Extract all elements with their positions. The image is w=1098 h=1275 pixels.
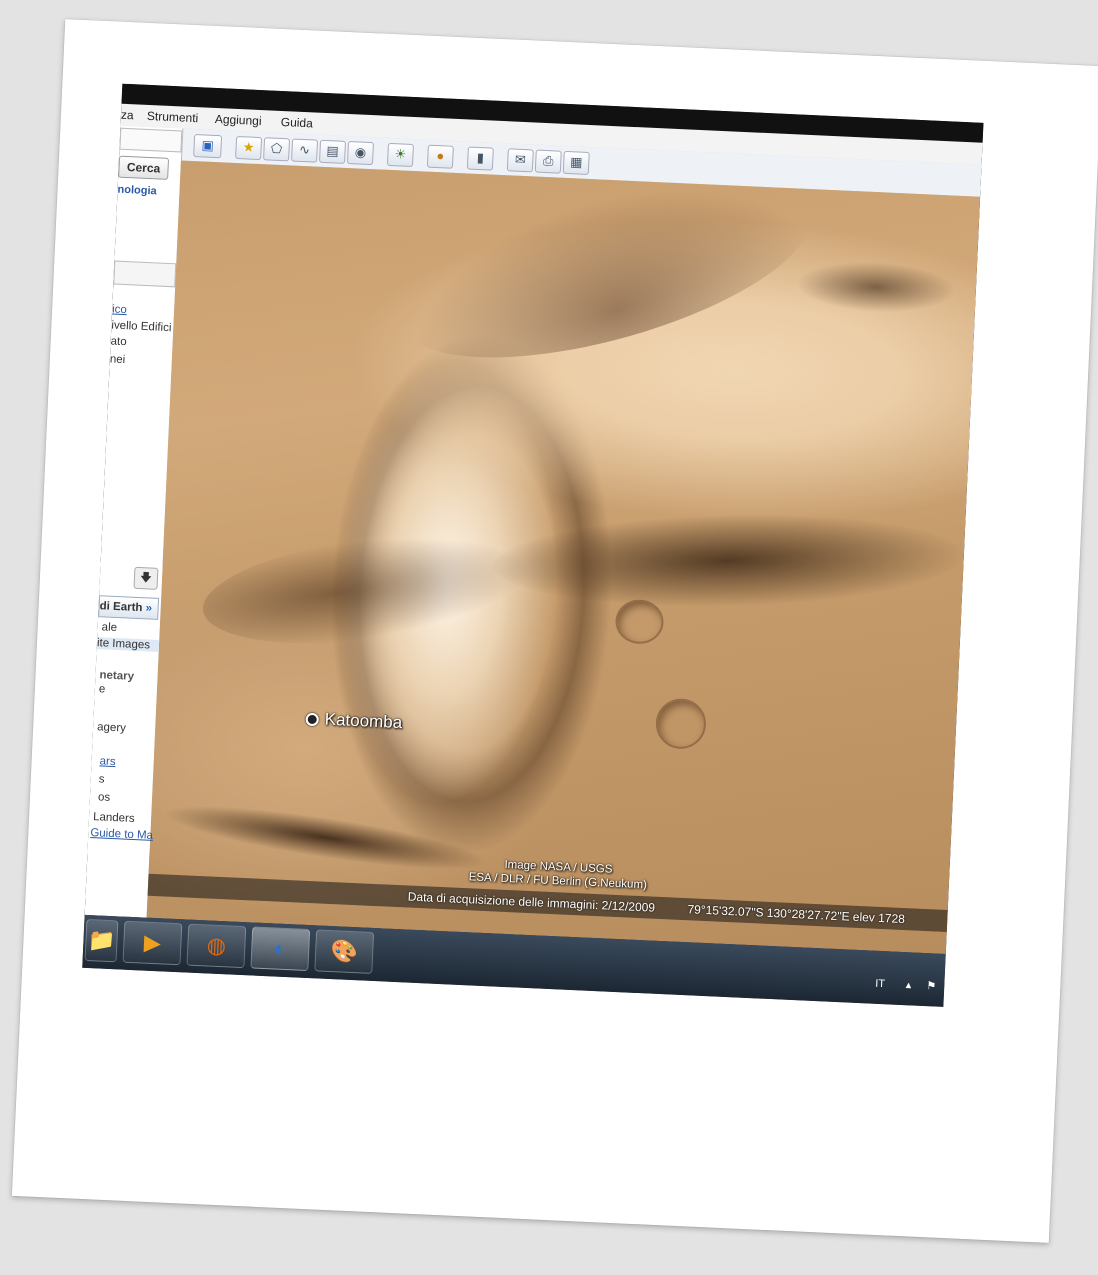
layer-item-4[interactable]: nei [110,353,126,366]
action-center-flag-icon[interactable]: ⚑ [926,980,936,992]
sidebar-layers-panel: 🡇 di Earth » ale ite Images netary e age… [87,561,163,854]
tour-icon[interactable]: ◉ [346,141,374,166]
paint-icon[interactable]: 🎨 [314,929,375,974]
path-icon[interactable]: ∿ [291,138,319,163]
screenshot: za Strumenti Aggiungi Guida ▣ ★ ⬠ ∿ ▤ ◉ … [82,83,984,1007]
earth-gallery-label: di Earth [99,600,143,615]
crater [614,598,665,645]
search-button[interactable]: Cerca [118,155,170,180]
map-view[interactable]: Katoomba Image NASA / USGS ESA / DLR / F… [146,160,981,954]
placemark-icon [305,712,320,726]
layer-item[interactable]: Landers [93,811,135,825]
planet-icon[interactable]: ● [426,144,454,169]
layer-link[interactable]: ars [99,755,116,768]
guide-link[interactable]: Guide to Ma [90,827,153,842]
chevron-right-icon: » [145,602,153,615]
save-image-icon[interactable]: ▦ [562,150,590,175]
menu-help[interactable]: Guida [280,115,313,130]
layer-item[interactable]: agery [97,721,126,734]
layer-item[interactable]: os [98,791,111,804]
layer-item-selected[interactable]: ite Images [96,637,160,652]
layer-item-1[interactable]: ico [112,303,127,316]
placemark-label: Katoomba [324,709,403,733]
overlay-icon[interactable]: ▤ [318,139,347,164]
search-input[interactable] [119,127,183,153]
arrow-down-icon[interactable]: 🡇 [133,566,159,590]
scarp-shadow [492,509,965,612]
layer-item[interactable]: e [99,683,106,695]
polygon-icon[interactable]: ⬠ [263,137,291,162]
photo-frame: za Strumenti Aggiungi Guida ▣ ★ ⬠ ∿ ▤ ◉ … [11,19,1098,1243]
google-earth-icon[interactable]: ◐ [250,926,311,972]
email-icon[interactable]: ✉ [506,148,534,173]
menu-tools[interactable]: Strumenti [147,109,199,125]
menu-view[interactable]: za [121,108,134,123]
language-indicator[interactable]: IT [875,978,885,990]
imagery-credit: Image NASA / USGS ESA / DLR / FU Berlin … [468,856,647,892]
print-icon[interactable]: ⎙ [534,149,562,174]
media-player-icon[interactable]: ▶ [122,920,183,966]
channel-shadow [159,793,492,883]
tray-expand-icon[interactable]: ▴ [906,979,912,991]
crater [654,697,708,750]
ridge-shadow [385,160,828,394]
search-link[interactable]: nologia [117,184,157,198]
layer-item[interactable]: ale [101,621,117,634]
earth-gallery-button[interactable]: di Earth » [98,595,160,620]
layer-item[interactable]: s [99,773,105,785]
firefox-icon[interactable]: ◍ [186,923,247,969]
mesa-shadow [794,258,957,316]
ruler-icon[interactable]: ▮ [466,146,494,171]
layer-group: netary [99,669,135,683]
system-tray: IT ▴ ⚑ [875,977,937,993]
places-header [113,260,177,288]
sunlight-icon[interactable]: ☀ [386,142,414,167]
placemark-icon[interactable]: ★ [235,135,263,161]
placemark-katoomba[interactable]: Katoomba [305,709,403,733]
explorer-icon[interactable]: 📁 [84,918,119,963]
menu-add[interactable]: Aggiungi [215,112,262,128]
ridge-shadow-lower [196,518,537,661]
sidebar-toggle-icon[interactable]: ▣ [193,134,223,159]
layer-item-3[interactable]: ato [110,335,127,348]
layer-item-2[interactable]: ivello Edifici [111,319,172,334]
